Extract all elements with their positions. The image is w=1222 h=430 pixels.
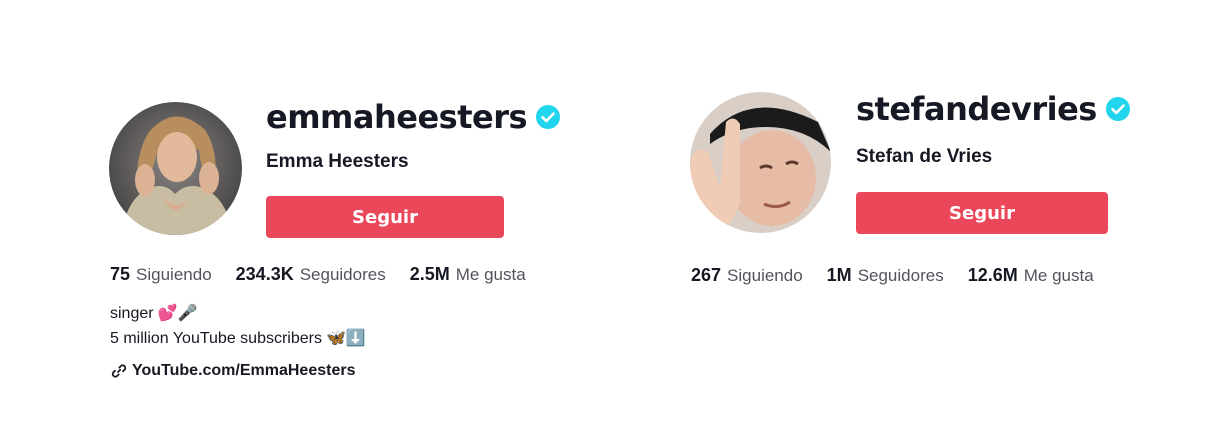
avatar[interactable]: [109, 102, 242, 235]
avatar[interactable]: [690, 92, 831, 233]
followers-label: Seguidores: [299, 265, 386, 284]
verified-check-icon: [1105, 97, 1130, 121]
bio-line-2: 5 million YouTube subscribers 🦋⬇️: [110, 326, 366, 351]
followers-count: 234.3K: [235, 264, 294, 284]
verified-check-icon: [536, 105, 561, 129]
stat-followers[interactable]: 1M Seguidores: [827, 265, 944, 286]
link-text: YouTube.com/EmmaHeesters: [132, 362, 356, 379]
display-name: Emma Heesters: [266, 151, 409, 172]
heart-mic-emoji: 💕🎤: [157, 305, 198, 322]
profile-link[interactable]: YouTube.com/EmmaHeesters: [111, 362, 355, 380]
username-row: stefandevries: [856, 90, 1130, 128]
stats-row: 75 Siguiendo 234.3K Seguidores 2.5M Me g…: [110, 264, 526, 285]
display-name: Stefan de Vries: [856, 146, 993, 167]
following-count: 75: [110, 264, 131, 284]
follow-button[interactable]: Seguir: [856, 192, 1108, 234]
avatar-image: [690, 92, 831, 233]
follow-button[interactable]: Seguir: [266, 196, 504, 238]
likes-count: 12.6M: [967, 265, 1018, 285]
profile-card-stefandevries: stefandevries Stefan de Vries Seguir 267…: [611, 0, 1222, 430]
username-row: emmaheesters: [266, 98, 561, 136]
bio-text-2: 5 million YouTube subscribers: [110, 330, 322, 347]
likes-label: Me gusta: [455, 265, 526, 284]
profile-card-emmaheesters: emmaheesters Emma Heesters Seguir 75 Sig…: [0, 0, 611, 430]
avatar-image: [109, 102, 242, 235]
stat-following[interactable]: 75 Siguiendo: [110, 264, 212, 285]
username: emmaheesters: [266, 98, 528, 136]
butterfly-arrow-emoji: 🦋⬇️: [325, 330, 366, 347]
bio-text-1: singer: [110, 305, 154, 322]
stat-likes: 12.6M Me gusta: [968, 265, 1094, 286]
followers-label: Seguidores: [857, 266, 944, 285]
stat-likes: 2.5M Me gusta: [410, 264, 526, 285]
bio: singer 💕🎤 5 million YouTube subscribers …: [110, 301, 366, 351]
link-icon: [111, 363, 127, 379]
stats-row: 267 Siguiendo 1M Seguidores 12.6M Me gus…: [691, 265, 1094, 286]
likes-label: Me gusta: [1023, 266, 1094, 285]
likes-count: 2.5M: [409, 264, 450, 284]
following-count: 267: [691, 265, 722, 285]
username: stefandevries: [856, 90, 1097, 128]
followers-count: 1M: [826, 265, 852, 285]
bio-line-1: singer 💕🎤: [110, 301, 366, 326]
stat-followers[interactable]: 234.3K Seguidores: [236, 264, 386, 285]
following-label: Siguiendo: [727, 266, 803, 285]
stat-following[interactable]: 267 Siguiendo: [691, 265, 803, 286]
following-label: Siguiendo: [136, 265, 212, 284]
